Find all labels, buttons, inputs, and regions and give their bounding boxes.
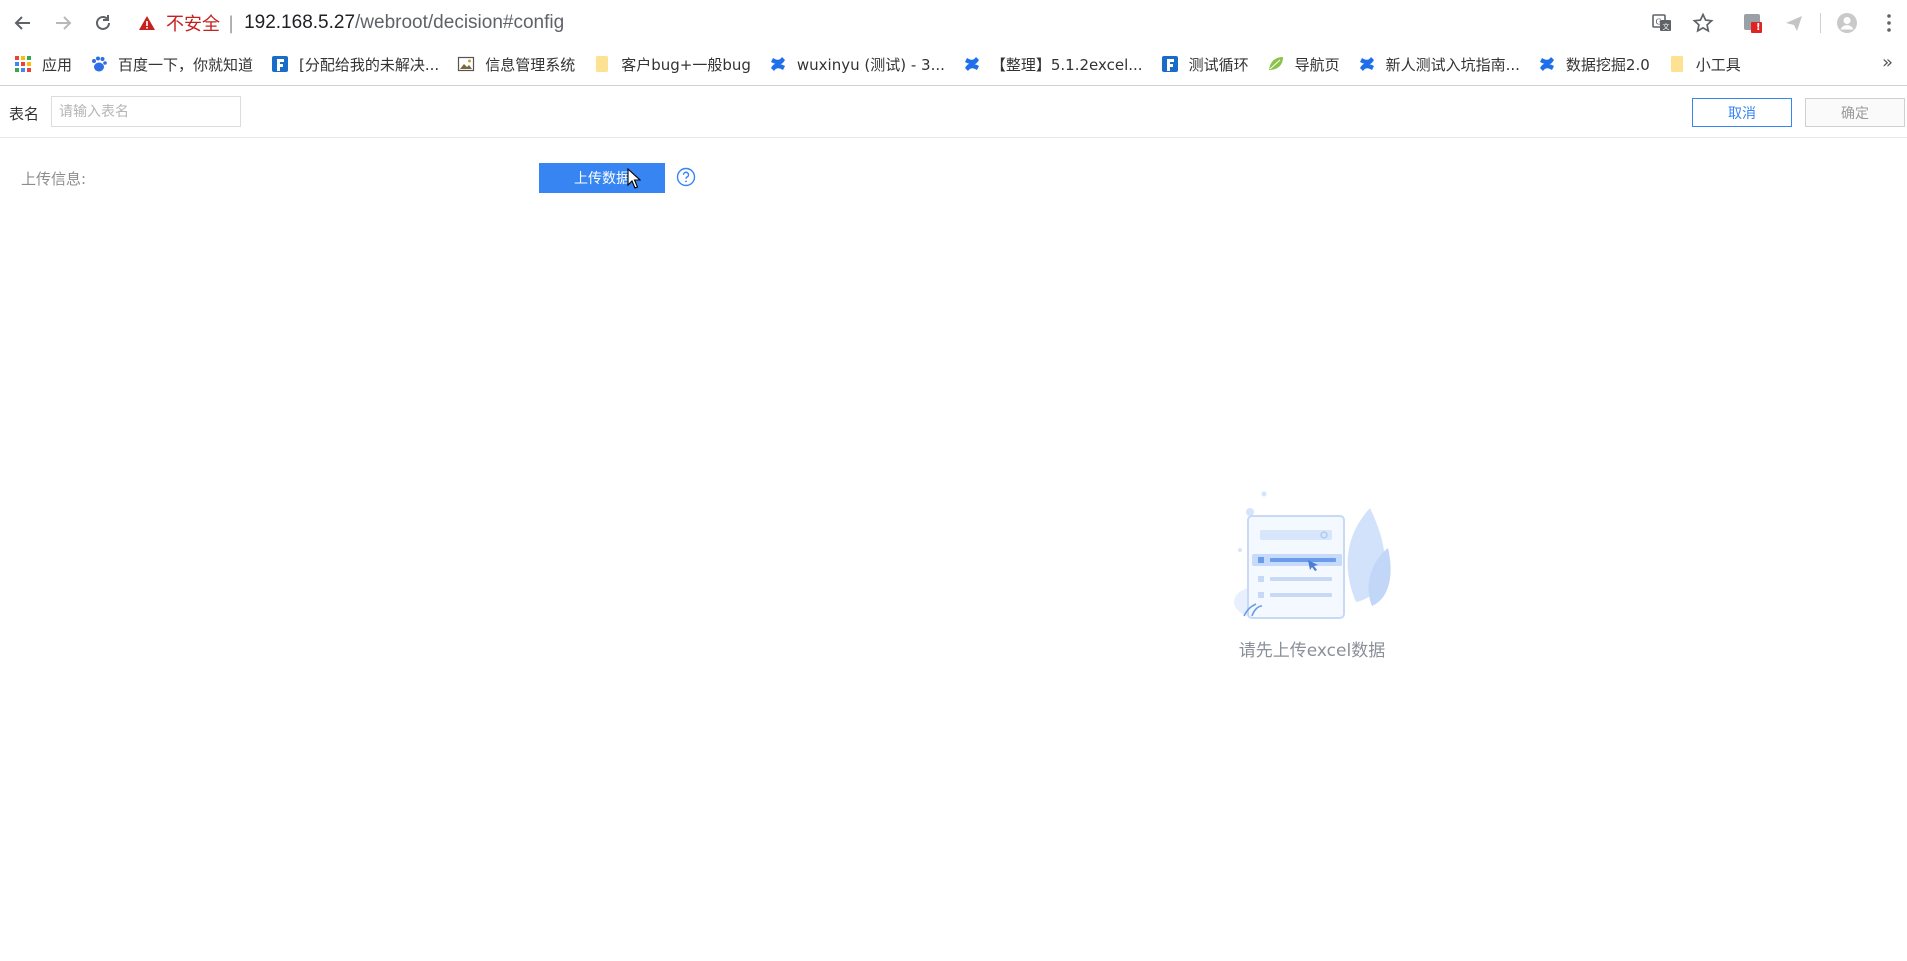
translate-icon: G文 (1652, 14, 1671, 31)
extension-button[interactable]: ! (1740, 10, 1766, 36)
bookmark-item[interactable]: wuxinyu (测试) - 3... (769, 50, 945, 78)
url-host: 192.168.5.27 (244, 12, 356, 33)
bookmark-label: 小工具 (1695, 55, 1741, 74)
leaf-icon (1267, 55, 1285, 73)
extension-puzzle-icon (1744, 14, 1762, 33)
image-icon (457, 55, 475, 73)
help-icon[interactable] (676, 167, 696, 187)
bookmark-item[interactable]: 小工具 (1668, 50, 1741, 78)
svg-text:文: 文 (1663, 22, 1670, 31)
url-separator: | (228, 12, 235, 34)
confluence-icon (963, 55, 981, 73)
bookmark-label: [分配给我的未解决... (299, 55, 440, 74)
bookmark-label: 客户bug+一般bug (621, 55, 751, 74)
upload-data-button[interactable]: 上传数据 (539, 163, 665, 193)
profile-button[interactable] (1834, 10, 1860, 36)
extension-badge: ! (1756, 22, 1761, 33)
reload-icon (96, 15, 110, 30)
menu-button[interactable] (1876, 10, 1902, 36)
config-header: 表名 取消 确定 (0, 86, 1907, 138)
kebab-menu-icon (1887, 14, 1891, 32)
warning-triangle-icon (139, 16, 155, 30)
bookmark-label: 信息管理系统 (485, 55, 576, 74)
paper-plane-icon (1786, 16, 1802, 31)
browser-chrome: 不安全 | 192.168.5.27/webroot/decision#conf… (0, 0, 1907, 86)
bookmark-label: 测试循环 (1188, 55, 1249, 74)
bookmark-label: 百度一下，你就知道 (118, 55, 254, 74)
bookmark-item[interactable]: 客户bug+一般bug (593, 50, 751, 78)
bookmark-label: wuxinyu (测试) - 3... (796, 55, 945, 74)
bookmark-item[interactable]: 信息管理系统 (457, 50, 575, 78)
confirm-button[interactable]: 确定 (1805, 98, 1905, 127)
bookmark-item[interactable]: 新人测试入坑指南... (1358, 50, 1520, 78)
finereport-f-icon (1161, 55, 1179, 73)
table-name-input[interactable] (51, 96, 241, 127)
confluence-icon (1358, 55, 1376, 73)
bookmark-item[interactable]: 应用 (14, 50, 72, 78)
bookmark-item[interactable]: 百度一下，你就知道 (90, 50, 253, 78)
bookmark-star-button[interactable] (1690, 10, 1716, 36)
bookmark-item[interactable]: 导航页 (1267, 50, 1340, 78)
arrow-right-icon (56, 16, 72, 30)
reload-button[interactable] (90, 10, 116, 36)
bookmark-label: 应用 (42, 55, 73, 74)
svg-text:G: G (1656, 18, 1662, 27)
bookmark-item[interactable]: 【整理】5.1.2excel... (963, 50, 1143, 78)
back-button[interactable] (10, 10, 36, 36)
translate-button[interactable]: G文 (1649, 10, 1675, 36)
forward-button[interactable] (50, 10, 76, 36)
confluence-icon (1538, 55, 1556, 73)
bookmark-label: 导航页 (1294, 55, 1340, 74)
bookmark-label: 数据挖掘2.0 (1565, 55, 1650, 74)
confluence-icon (769, 55, 787, 73)
baidu-paw-icon (90, 55, 108, 73)
browser-toolbar: 不安全 | 192.168.5.27/webroot/decision#conf… (0, 0, 1907, 46)
star-icon (1692, 12, 1714, 33)
empty-data-illustration (1234, 491, 1391, 619)
security-status[interactable]: 不安全 (166, 10, 220, 36)
table-name-label: 表名 (9, 105, 40, 123)
avatar-icon (1837, 13, 1857, 33)
address-bar[interactable]: 不安全 | 192.168.5.27/webroot/decision#conf… (138, 8, 1588, 38)
folder-icon (593, 55, 611, 73)
finereport-f-icon (271, 55, 289, 73)
cancel-button[interactable]: 取消 (1692, 98, 1792, 127)
bookmarks-bar: 应用 百度一下，你就知道 [分配给我的未解决... 信息管理系统 客户bug+一般bug… (0, 46, 1907, 82)
bookmarks-more-button[interactable]: » (1882, 52, 1893, 73)
apps-grid-icon (14, 55, 32, 73)
toolbar-divider (1820, 13, 1821, 33)
arrow-left-icon (14, 16, 30, 30)
upload-info-label: 上传信息: (21, 170, 87, 188)
folder-icon (1668, 55, 1686, 73)
bookmark-label: 【整理】5.1.2excel... (990, 55, 1143, 74)
cast-extension-button[interactable] (1781, 10, 1807, 36)
bookmark-item[interactable]: 数据挖掘2.0 (1538, 50, 1650, 78)
bookmark-label: 新人测试入坑指南... (1385, 55, 1520, 74)
empty-state-message: 请先上传excel数据 (1238, 641, 1386, 661)
bookmark-item[interactable]: 测试循环 (1161, 50, 1249, 78)
url-path: /webroot/decision#config (355, 12, 565, 33)
bookmark-item[interactable]: [分配给我的未解决... (271, 50, 439, 78)
